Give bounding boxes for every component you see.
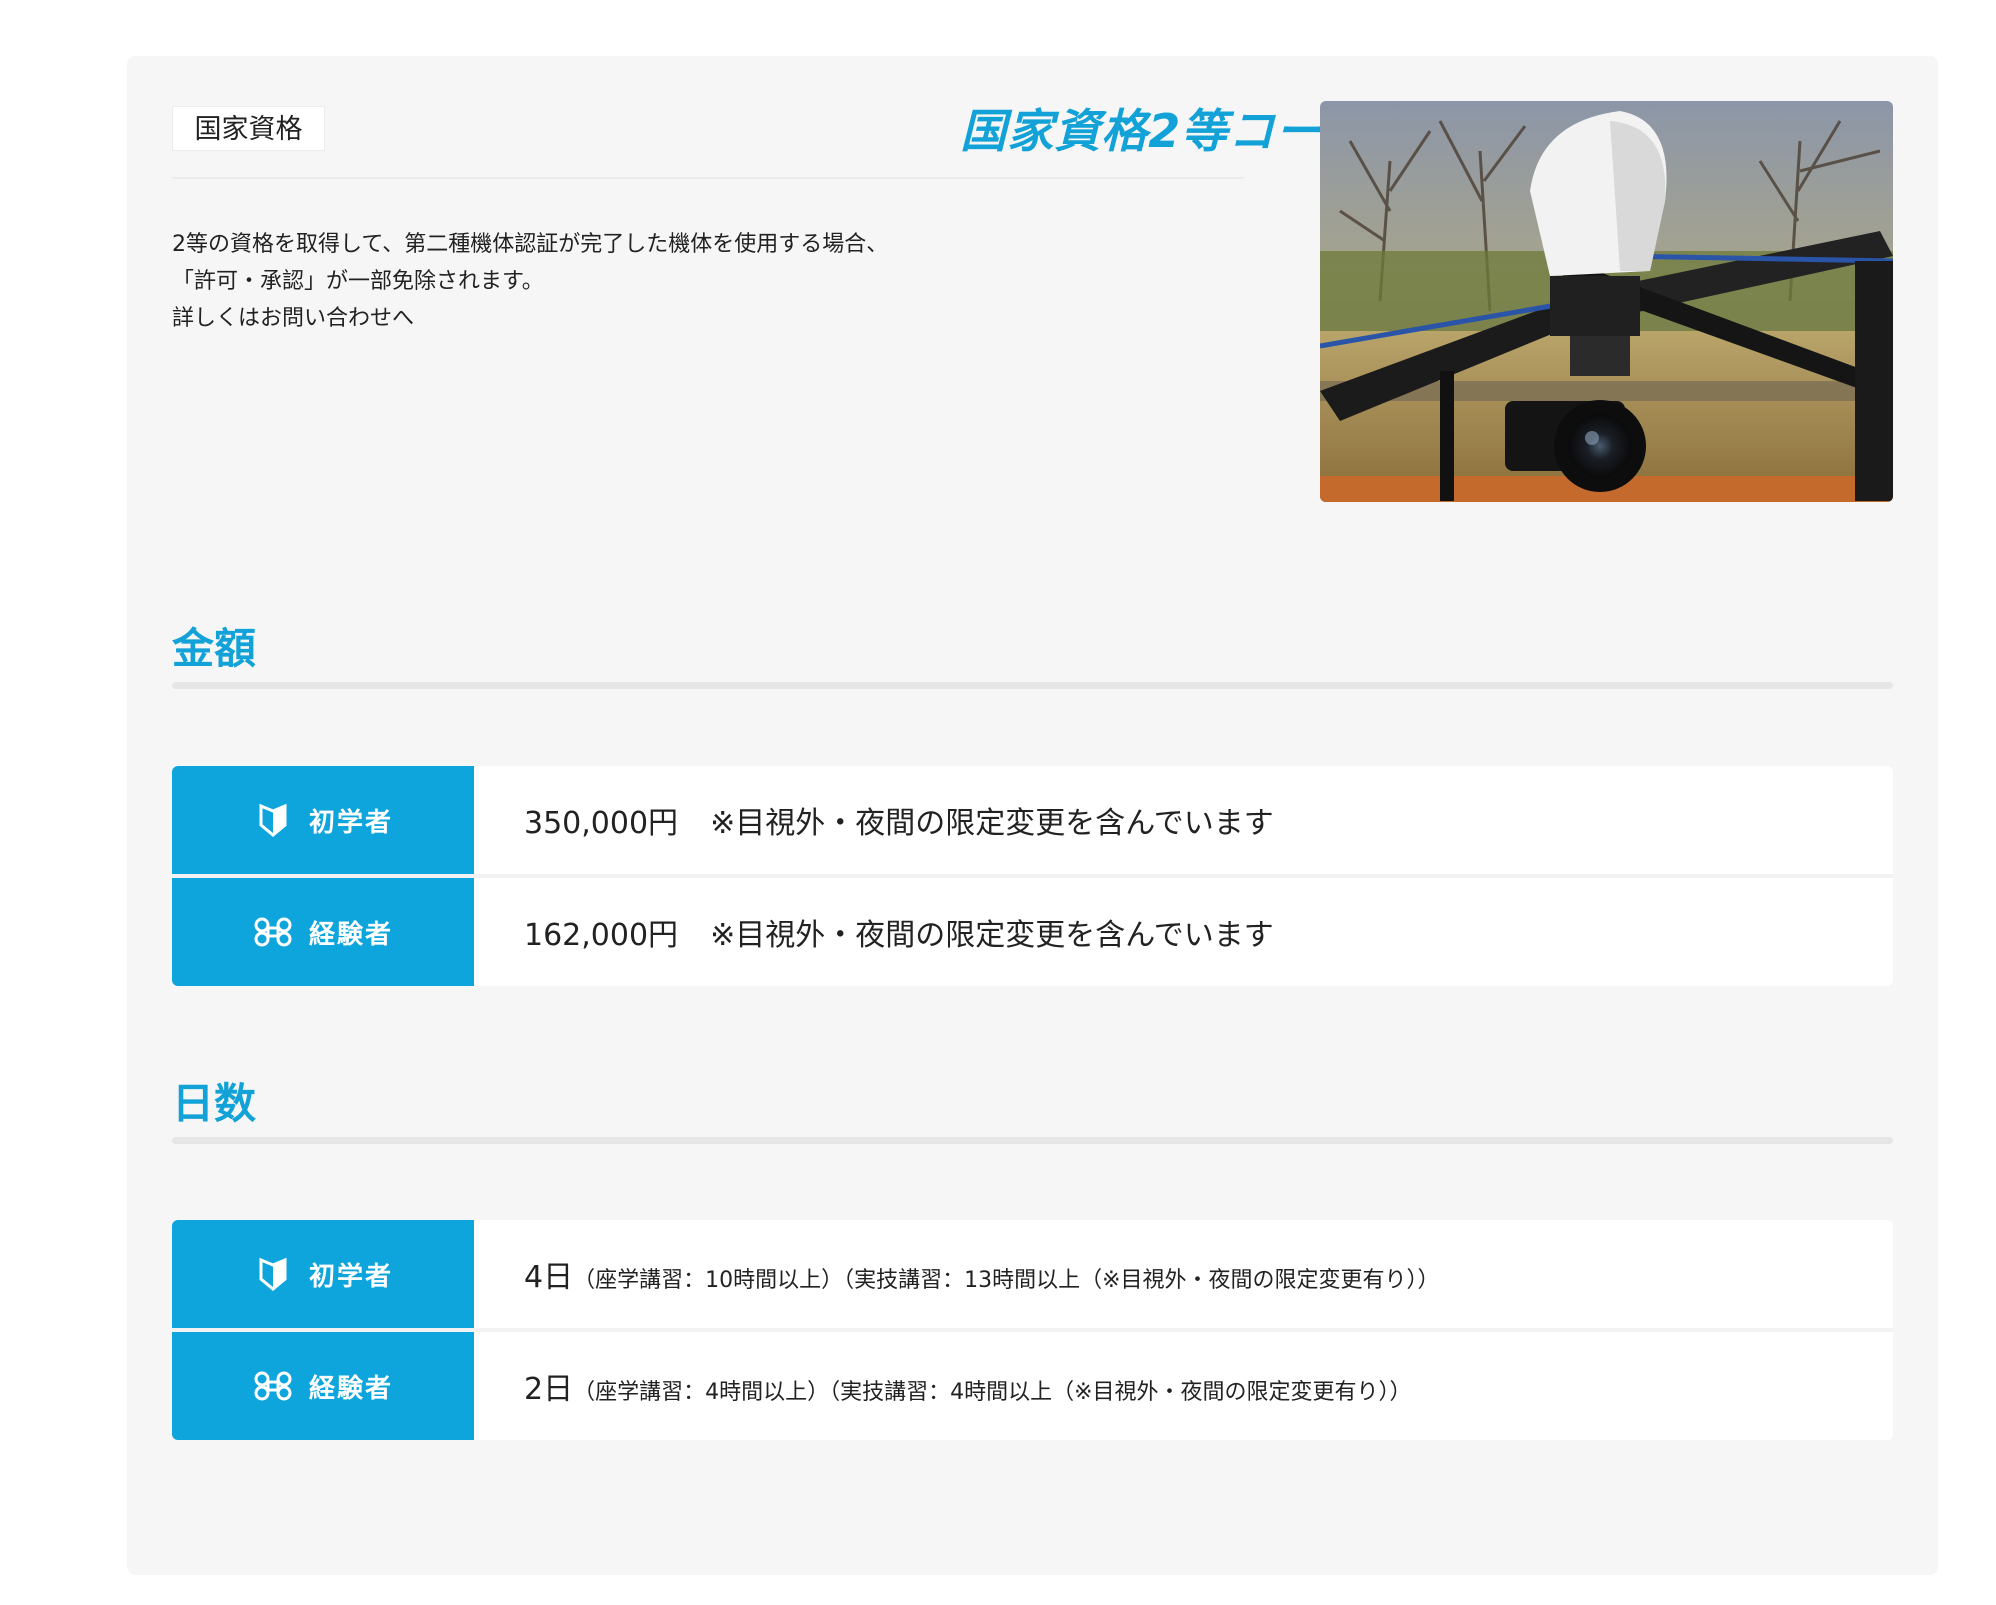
course-photo — [1320, 101, 1893, 502]
course-card: 国家資格 国家資格2等コース 2等の資格を取得して、第二種機体認証が完了した機体… — [127, 56, 1938, 1575]
row-label-text: 経験者 — [308, 919, 393, 950]
price-heading: 金額 — [172, 624, 257, 673]
days-count: 2日 — [524, 1372, 574, 1407]
days-count: 4日 — [524, 1260, 574, 1295]
price-note: ※目視外・夜間の限定変更を含んでいます — [710, 806, 1274, 841]
price-row-beginner: 初学者 350,000円 ※目視外・夜間の限定変更を含んでいます — [172, 766, 1893, 874]
drone-icon — [253, 914, 293, 950]
beginner-mark-icon — [253, 1256, 293, 1292]
price-amount: 350,000円 — [524, 806, 679, 841]
course-title: 国家資格2等コース — [960, 104, 1367, 158]
price-note: ※目視外・夜間の限定変更を含んでいます — [710, 918, 1274, 953]
row-label-text: 初学者 — [308, 1261, 393, 1292]
course-description: 2等の資格を取得して、第二種機体認証が完了した機体を使用する場合、 「許可・承認… — [172, 226, 1172, 337]
price-table: 初学者 350,000円 ※目視外・夜間の限定変更を含んでいます 経験者 162,… — [172, 766, 1893, 986]
drone-icon — [253, 1368, 293, 1404]
description-line: 「許可・承認」が一部免除されます。 — [172, 269, 544, 294]
row-value: 350,000円 ※目視外・夜間の限定変更を含んでいます — [474, 798, 1274, 842]
beginner-mark-icon — [253, 802, 293, 838]
days-detail: （座学講習：10時間以上）（実技講習：13時間以上（※目視外・夜間の限定変更有り… — [573, 1268, 1440, 1293]
description-line: 2等の資格を取得して、第二種機体認証が完了した機体を使用する場合、 — [172, 232, 889, 257]
row-label: 初学者 — [172, 766, 474, 874]
row-value: 4日（座学講習：10時間以上）（実技講習：13時間以上（※目視外・夜間の限定変更… — [474, 1252, 1440, 1296]
days-heading-rule — [172, 1137, 1893, 1144]
price-row-experienced: 経験者 162,000円 ※目視外・夜間の限定変更を含んでいます — [172, 874, 1893, 986]
row-label: 経験者 — [172, 1332, 474, 1440]
course-category-tag: 国家資格 — [172, 106, 325, 151]
row-label: 経験者 — [172, 878, 474, 986]
row-value: 162,000円 ※目視外・夜間の限定変更を含んでいます — [474, 910, 1274, 954]
price-heading-rule — [172, 682, 1893, 689]
days-heading: 日数 — [172, 1079, 257, 1128]
price-amount: 162,000円 — [524, 918, 679, 953]
description-line: 詳しくはお問い合わせへ — [172, 306, 415, 331]
row-label-text: 経験者 — [308, 1373, 393, 1404]
row-label: 初学者 — [172, 1220, 474, 1328]
row-label-text: 初学者 — [308, 807, 393, 838]
days-detail: （座学講習：4時間以上）（実技講習：4時間以上（※目視外・夜間の限定変更有り）） — [573, 1380, 1412, 1405]
days-table: 初学者 4日（座学講習：10時間以上）（実技講習：13時間以上（※目視外・夜間の… — [172, 1220, 1893, 1440]
title-divider — [172, 177, 1244, 179]
days-row-experienced: 経験者 2日（座学講習：4時間以上）（実技講習：4時間以上（※目視外・夜間の限定… — [172, 1328, 1893, 1440]
days-row-beginner: 初学者 4日（座学講習：10時間以上）（実技講習：13時間以上（※目視外・夜間の… — [172, 1220, 1893, 1328]
row-value: 2日（座学講習：4時間以上）（実技講習：4時間以上（※目視外・夜間の限定変更有り… — [474, 1364, 1412, 1408]
